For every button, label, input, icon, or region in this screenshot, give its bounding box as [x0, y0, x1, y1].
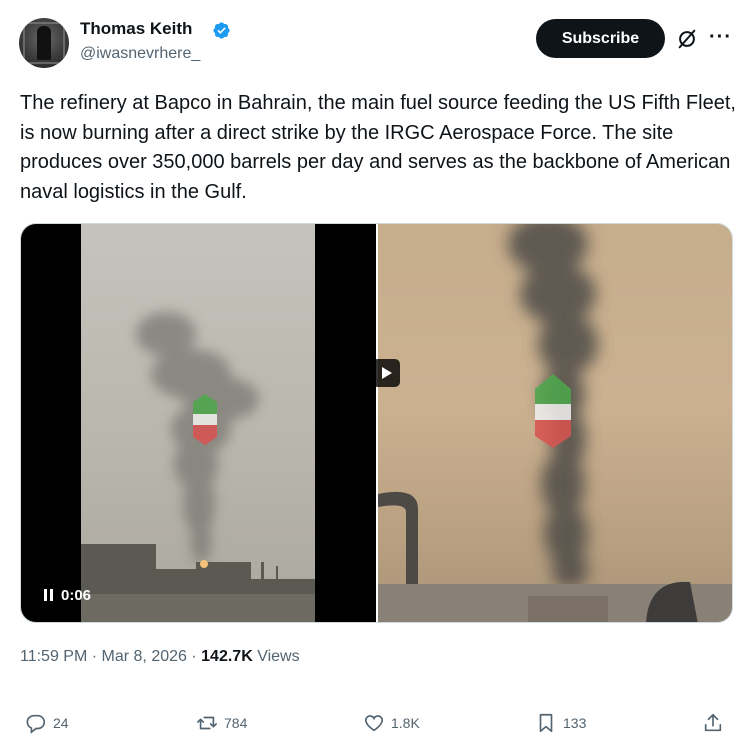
smoke-scene-2 [378, 224, 732, 622]
reply-icon [26, 714, 46, 734]
action-bar: 24 784 1.8K 133 [0, 705, 753, 741]
verified-badge-icon [213, 22, 230, 39]
play-icon [382, 367, 392, 379]
share-icon [704, 713, 722, 732]
reply-button[interactable]: 24 [25, 705, 69, 741]
share-button[interactable] [702, 705, 724, 741]
like-button[interactable]: 1.8K [363, 705, 420, 741]
video-time-label: 0:06 [61, 586, 92, 604]
watermark-emblem-2 [535, 374, 571, 448]
bookmark-button[interactable]: 133 [535, 705, 586, 741]
tweet-time[interactable]: 11:59 PM [20, 648, 87, 665]
repost-button[interactable]: 784 [196, 705, 247, 741]
video-frame-1 [81, 224, 315, 622]
like-count: 1.8K [391, 715, 420, 731]
separator: · [191, 648, 197, 665]
subscribe-button[interactable]: Subscribe [536, 19, 665, 58]
pause-icon[interactable] [44, 589, 53, 601]
grok-icon[interactable] [676, 28, 698, 50]
separator: · [91, 648, 98, 665]
media-grid[interactable]: 0:06 [20, 223, 733, 623]
tweet-date[interactable]: Mar 8, 2026 [102, 648, 187, 665]
avatar[interactable] [19, 18, 69, 68]
tweet-timestamp[interactable]: 11:59 PM · Mar 8, 2026 · 142.7K Views [20, 648, 300, 666]
author-handle[interactable]: @iwasnevrhere_ [80, 45, 200, 63]
heart-icon [364, 715, 384, 732]
watermark-emblem-1 [193, 394, 217, 445]
play-button[interactable] [372, 359, 400, 387]
bookmark-icon [539, 713, 553, 733]
video-thumbnail-1[interactable]: 0:06 [21, 224, 376, 622]
bookmark-count: 133 [563, 715, 587, 731]
repost-icon [197, 716, 217, 730]
repost-count: 784 [224, 715, 248, 731]
more-options-icon[interactable]: ··· [709, 26, 732, 49]
smoke-scene-1 [81, 312, 315, 622]
views-count[interactable]: 142.7K [201, 648, 253, 665]
video-thumbnail-2[interactable] [378, 224, 732, 622]
tweet-text: The refinery at Bapco in Bahrain, the ma… [20, 92, 736, 203]
video-timer[interactable]: 0:06 [36, 581, 99, 609]
avatar-figure [37, 26, 51, 60]
reply-count: 24 [53, 715, 69, 731]
author-name[interactable]: Thomas Keith [80, 19, 192, 39]
views-label: Views [257, 648, 300, 665]
